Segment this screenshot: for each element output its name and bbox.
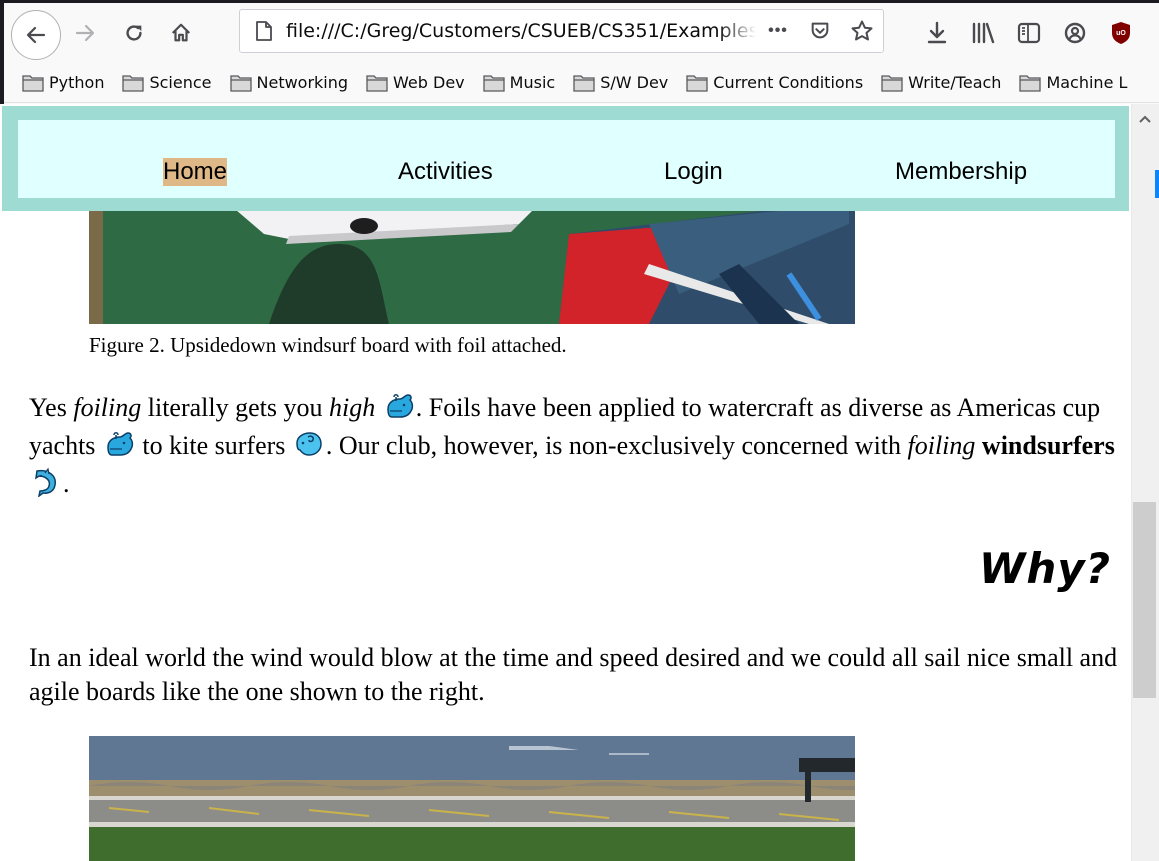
- site-nav-inner: Home Activities Login Membership: [18, 120, 1115, 198]
- scroll-up-button[interactable]: [1132, 108, 1158, 130]
- figure-caption: Figure 2. Upsidedown windsurf board with…: [89, 333, 567, 357]
- whale-emoji-icon: [107, 432, 134, 456]
- home-icon: [171, 23, 191, 42]
- bookmark-label: S/W Dev: [600, 73, 669, 92]
- scroll-thumb[interactable]: [1133, 502, 1156, 698]
- dolphin-emoji-icon: [35, 467, 56, 497]
- side-accent: [1155, 170, 1159, 198]
- navigation-toolbar: file:///C:/Greg/Customers/CSUEB/CS351/Ex…: [4, 3, 1159, 63]
- home-button[interactable]: [161, 13, 201, 53]
- site-nav: Home Activities Login Membership: [2, 106, 1129, 211]
- bookmark-star-icon[interactable]: [849, 18, 875, 44]
- folder-icon: [881, 74, 903, 92]
- sidebar-icon[interactable]: [1016, 20, 1042, 46]
- folder-icon: [1019, 74, 1042, 92]
- italic-text: foiling: [73, 393, 142, 422]
- bookmark-label: Music: [509, 73, 556, 92]
- bookmark-label: Python: [49, 73, 105, 92]
- whale-emoji-icon: [386, 394, 413, 418]
- bookmark-folder[interactable]: Web Dev: [366, 73, 465, 92]
- page-icon: [252, 19, 276, 43]
- back-button[interactable]: [11, 10, 61, 60]
- chevron-up-icon: [1139, 115, 1151, 123]
- bookmark-folder[interactable]: Machine L: [1019, 73, 1127, 92]
- bookmark-folder[interactable]: S/W Dev: [573, 73, 668, 92]
- text: . Our club, however, is non-exclusively …: [325, 431, 908, 460]
- spouting-whale-emoji-icon: [296, 432, 322, 456]
- nav-login-link[interactable]: Login: [664, 158, 723, 186]
- forward-button[interactable]: [65, 13, 105, 53]
- url-text[interactable]: file:///C:/Greg/Customers/CSUEB/CS351/Ex…: [286, 20, 756, 42]
- pocket-icon[interactable]: [807, 18, 833, 44]
- bookmark-folder[interactable]: Python: [22, 73, 104, 92]
- page-viewport: Figure 2. Upsidedown windsurf board with…: [0, 104, 1131, 861]
- folder-icon: [483, 74, 505, 92]
- folder-icon: [122, 74, 145, 92]
- text: to kite surfers: [135, 431, 292, 460]
- bookmark-label: Write/Teach: [908, 73, 1002, 92]
- nav-activities-link[interactable]: Activities: [398, 158, 493, 186]
- italic-text: foiling: [907, 431, 976, 460]
- nav-home-link[interactable]: Home: [163, 158, 228, 186]
- library-icon[interactable]: [970, 20, 996, 46]
- bookmarks-toolbar: Python Science Networking Web Dev Music …: [4, 63, 1159, 103]
- back-icon: [26, 26, 46, 44]
- url-bar[interactable]: file:///C:/Greg/Customers/CSUEB/CS351/Ex…: [239, 9, 884, 53]
- ublock-icon[interactable]: uO: [1108, 20, 1134, 46]
- folder-icon: [686, 74, 708, 92]
- folder-icon: [229, 74, 252, 92]
- reload-button[interactable]: [114, 13, 154, 53]
- account-icon[interactable]: [1062, 20, 1088, 46]
- bookmark-folder[interactable]: Write/Teach: [881, 73, 1001, 92]
- bookmark-label: Current Conditions: [713, 73, 864, 92]
- reload-icon: [126, 25, 142, 41]
- folder-icon: [22, 74, 44, 92]
- text: literally gets you: [141, 393, 329, 422]
- bookmark-label: Web Dev: [393, 73, 465, 92]
- bookmark-label: Science: [149, 73, 212, 92]
- bookmark-folder[interactable]: Networking: [229, 73, 349, 92]
- bold-text: windsurfers: [981, 431, 1115, 460]
- forward-icon: [75, 24, 95, 42]
- windsurf-board-image: [89, 204, 855, 324]
- svg-text:uO: uO: [1116, 30, 1126, 37]
- folder-icon: [573, 74, 595, 92]
- ideal-world-paragraph: In an ideal world the wind would blow at…: [29, 643, 1118, 706]
- text: Yes: [29, 393, 74, 422]
- folder-icon: [366, 74, 388, 92]
- vertical-scrollbar[interactable]: [1131, 104, 1159, 861]
- bookmark-folder[interactable]: Current Conditions: [686, 73, 863, 92]
- waterfront-image: [89, 736, 855, 861]
- foiling-paragraph: Yes foiling literally gets you high . Fo…: [29, 389, 1119, 503]
- bookmark-label: Networking: [256, 73, 349, 92]
- italic-text: high: [329, 393, 376, 422]
- more-icon[interactable]: •••: [765, 18, 791, 44]
- bookmark-folder[interactable]: Music: [483, 73, 556, 92]
- download-icon[interactable]: [924, 20, 950, 46]
- why-heading: Why?: [979, 544, 1111, 593]
- nav-membership-link[interactable]: Membership: [895, 158, 1027, 186]
- text: .: [63, 469, 70, 498]
- bookmark-label: Machine L: [1046, 73, 1128, 92]
- bookmark-folder[interactable]: Science: [122, 73, 212, 92]
